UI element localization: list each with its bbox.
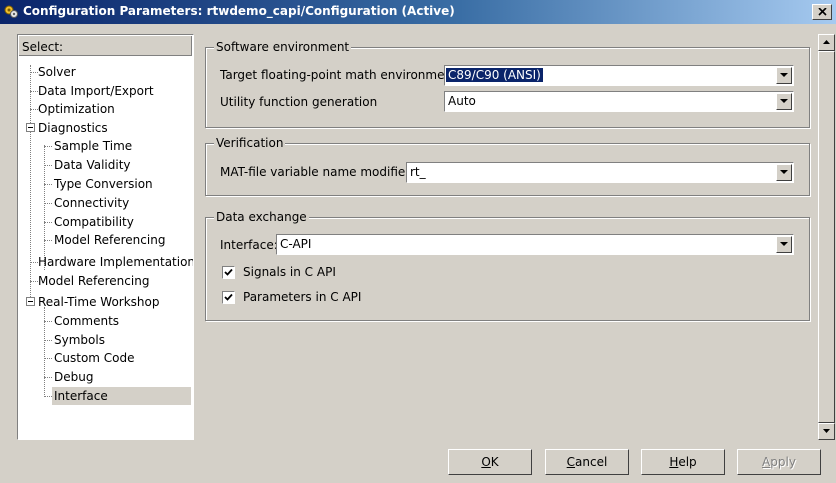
utility-function-label: Utility function generation: [220, 95, 378, 109]
window-title: Configuration Parameters: rtwdemo_capi/C…: [23, 4, 455, 18]
tree-item-hardware-implementation[interactable]: Hardware Implementation: [36, 253, 193, 271]
tree-item-model-referencing-diag[interactable]: Model Referencing: [52, 231, 167, 249]
tree-connector: [30, 65, 31, 305]
apply-button[interactable]: Apply: [737, 449, 821, 475]
scroll-down-button[interactable]: [818, 423, 835, 440]
scroll-thumb[interactable]: [818, 51, 835, 423]
chevron-down-icon[interactable]: [776, 67, 792, 84]
tree-item-connectivity[interactable]: Connectivity: [52, 194, 131, 212]
tree-item-comments[interactable]: Comments: [52, 312, 121, 330]
arrow-up-icon: [823, 40, 830, 44]
chevron-down-icon[interactable]: [776, 93, 792, 110]
math-environment-label: Target floating-point math environment:: [220, 68, 461, 82]
cancel-label: ancel: [575, 455, 608, 469]
utility-function-select[interactable]: Auto: [444, 91, 794, 112]
tree-item-diagnostics[interactable]: Diagnostics: [36, 119, 110, 137]
tree-connector: [44, 165, 52, 166]
parameters-label[interactable]: Parameters in C API: [243, 290, 361, 304]
tree-connector: [44, 321, 52, 322]
utility-function-value: Auto: [448, 94, 476, 108]
close-icon: [818, 8, 827, 16]
tree-item-interface[interactable]: Interface: [52, 387, 191, 405]
tree-item-custom-code[interactable]: Custom Code: [52, 349, 137, 367]
close-button[interactable]: [812, 4, 832, 20]
mat-file-modifier-value: rt_: [410, 165, 426, 179]
tree-connector: [44, 184, 52, 185]
ok-mnemonic: O: [481, 455, 491, 469]
tree-connector: [44, 358, 52, 359]
cancel-button[interactable]: Cancel: [545, 449, 629, 475]
mat-file-modifier-select[interactable]: rt_: [406, 162, 794, 183]
signals-checkbox[interactable]: [222, 266, 235, 279]
collapse-rtw-icon[interactable]: [26, 297, 35, 306]
arrow-down-icon: [823, 429, 830, 433]
software-environment-group: [205, 47, 810, 128]
scroll-up-button[interactable]: [818, 34, 835, 51]
signals-label[interactable]: Signals in C API: [243, 265, 336, 279]
tree-item-compatibility[interactable]: Compatibility: [52, 213, 136, 231]
tree-item-optimization[interactable]: Optimization: [36, 100, 117, 118]
title-bar[interactable]: Configuration Parameters: rtwdemo_capi/C…: [0, 0, 836, 24]
category-tree[interactable]: Select: Solver Data Import/Export Optimi…: [17, 34, 194, 440]
tree-connector: [44, 203, 52, 204]
simulink-app-icon: [3, 4, 19, 20]
help-mnemonic: H: [669, 455, 679, 469]
interface-select[interactable]: C-API: [276, 234, 794, 255]
checkmark-icon: [224, 268, 233, 276]
tree-connector: [44, 222, 52, 223]
tree-item-model-referencing[interactable]: Model Referencing: [36, 272, 151, 290]
tree-item-symbols[interactable]: Symbols: [52, 331, 107, 349]
tree-connector: [44, 396, 52, 397]
vertical-scrollbar[interactable]: [818, 34, 835, 440]
software-environment-title: Software environment: [214, 40, 352, 54]
tree-item-solver[interactable]: Solver: [36, 63, 78, 81]
math-environment-select[interactable]: C89/C90 (ANSI): [444, 65, 794, 86]
interface-value: C-API: [280, 237, 312, 251]
tree-connector: [44, 145, 45, 270]
tree-connector: [44, 240, 52, 241]
chevron-down-icon[interactable]: [776, 236, 792, 253]
chevron-down-icon[interactable]: [776, 164, 792, 181]
tree-connector: [44, 340, 52, 341]
tree-item-type-conversion[interactable]: Type Conversion: [52, 175, 155, 193]
interface-label: Interface:: [220, 238, 278, 252]
collapse-diagnostics-icon[interactable]: [26, 123, 35, 132]
mat-file-modifier-label: MAT-file variable name modifier:: [220, 165, 415, 179]
tree-header: Select:: [19, 36, 192, 56]
parameters-checkbox[interactable]: [222, 291, 235, 304]
tree-connector: [44, 146, 52, 147]
tree-item-sample-time[interactable]: Sample Time: [52, 137, 134, 155]
verification-title: Verification: [214, 136, 286, 150]
math-environment-value: C89/C90 (ANSI): [446, 68, 543, 82]
tree-item-debug[interactable]: Debug: [52, 368, 95, 386]
ok-button[interactable]: OK: [448, 449, 532, 475]
help-label: elp: [678, 455, 697, 469]
data-exchange-title: Data exchange: [214, 210, 309, 224]
tree-connector: [44, 377, 52, 378]
tree-item-real-time-workshop[interactable]: Real-Time Workshop: [36, 293, 161, 311]
tree-item-data-import-export[interactable]: Data Import/Export: [36, 82, 156, 100]
help-button[interactable]: Help: [641, 449, 725, 475]
cancel-mnemonic: C: [566, 455, 576, 469]
apply-label: pply: [770, 455, 796, 469]
tree-item-data-validity[interactable]: Data Validity: [52, 156, 133, 174]
checkmark-icon: [224, 293, 233, 301]
ok-label: K: [490, 455, 499, 469]
